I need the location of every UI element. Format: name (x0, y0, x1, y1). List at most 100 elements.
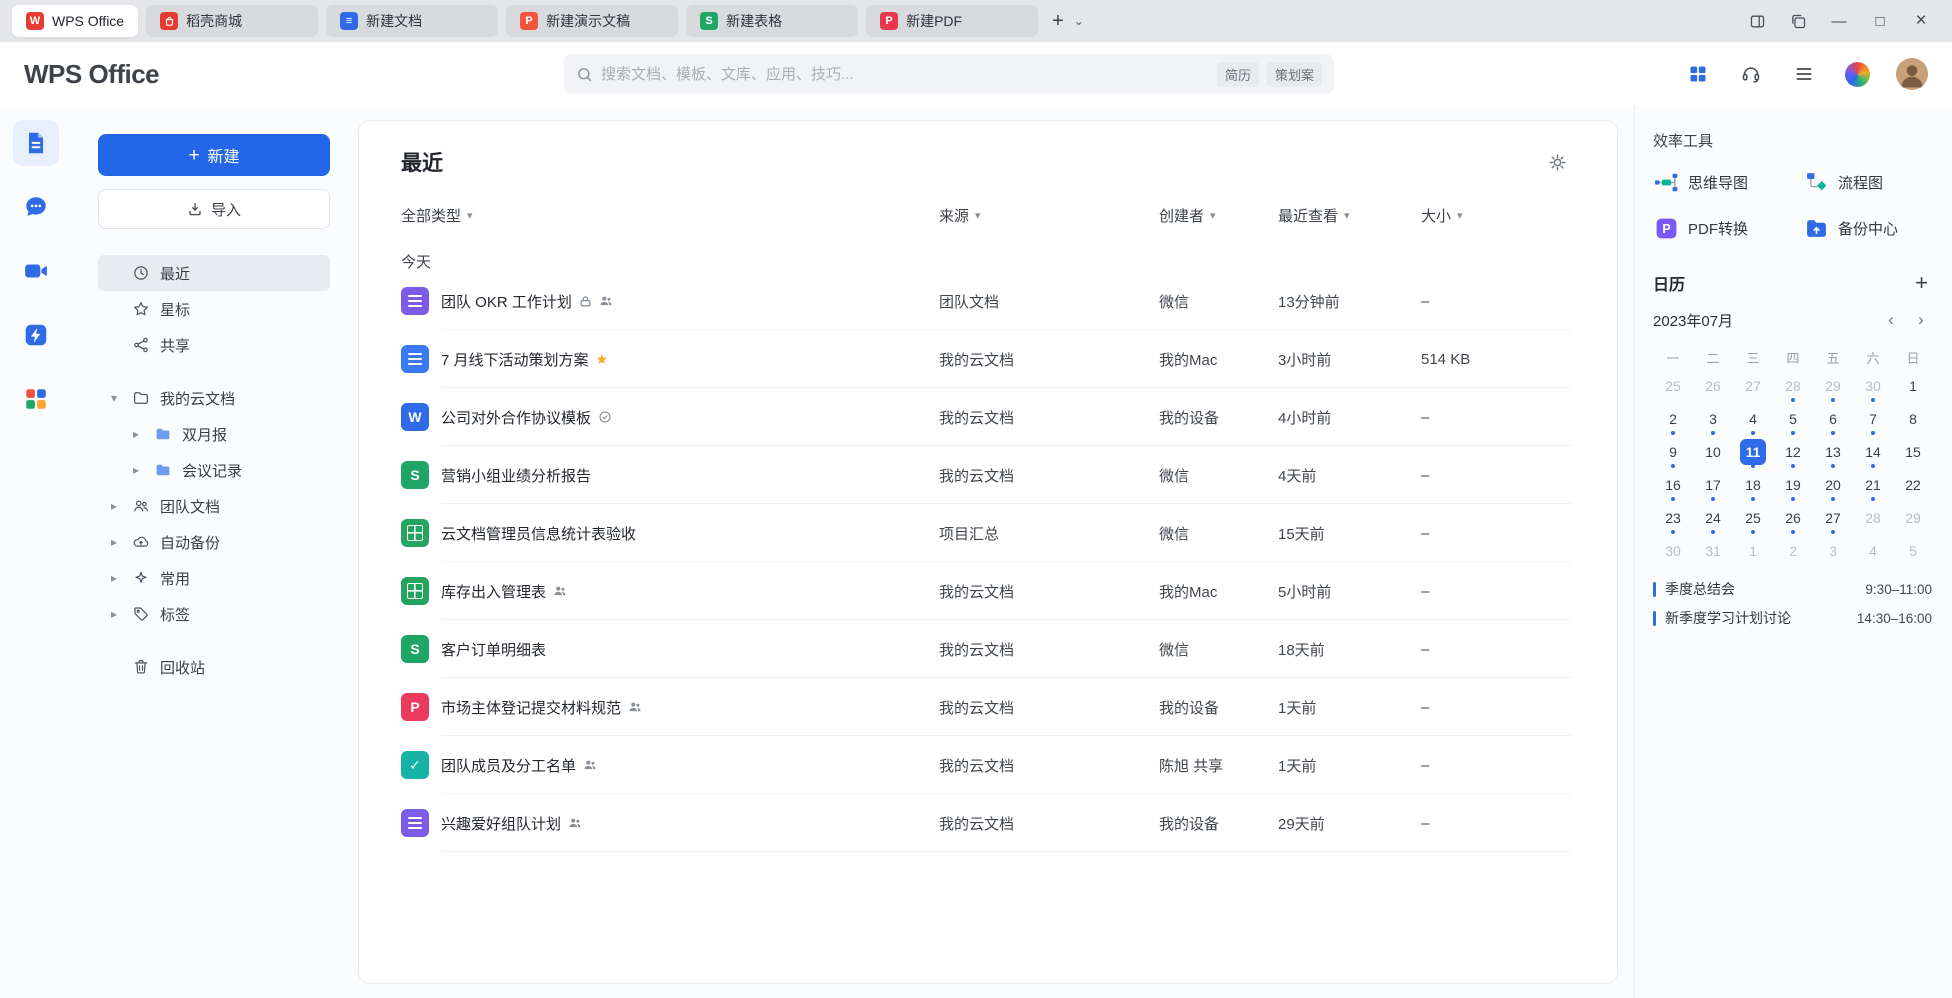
calendar-day[interactable]: 5 (1893, 534, 1933, 567)
search-tag-plan[interactable]: 策划案 (1267, 62, 1322, 87)
prev-month-button[interactable]: ‹ (1880, 309, 1902, 331)
file-row[interactable]: 团队成员及分工名单 我的云文档 陈旭 共享 1天前 (401, 736, 1571, 794)
sidebar-item-tags[interactable]: ▸ 标签 (98, 596, 330, 632)
caret-right-icon[interactable]: ▸ (106, 535, 122, 549)
minimize-button[interactable]: — (1826, 8, 1852, 34)
calendar-day[interactable]: 13 (1813, 435, 1853, 468)
calendar-day[interactable]: 27 (1813, 501, 1853, 534)
apps-grid-icon[interactable] (1684, 60, 1712, 88)
calendar-day[interactable]: 9 (1653, 435, 1693, 468)
filter-size[interactable]: 大小▾ (1421, 205, 1463, 226)
calendar-day[interactable]: 4 (1853, 534, 1893, 567)
sidebar-item-my-cloud-docs[interactable]: ▾ 我的云文档 (98, 380, 330, 416)
calendar-day[interactable]: 23 (1653, 501, 1693, 534)
calendar-day[interactable]: 27 (1733, 369, 1773, 402)
sidebar-item-starred[interactable]: 星标 (98, 291, 330, 327)
file-row[interactable]: 云文档管理员信息统计表验收 项目汇总 微信 15天前 – (401, 504, 1571, 562)
calendar-day[interactable]: 22 (1893, 468, 1933, 501)
sidebar-item-meeting-notes[interactable]: ▸ 会议记录 (98, 452, 330, 488)
calendar-day[interactable]: 25 (1653, 369, 1693, 402)
sidebar-item-frequent[interactable]: ▸ 常用 (98, 560, 330, 596)
file-row[interactable]: W 公司对外合作协议模板 我的云文档 我的设备 (401, 388, 1571, 446)
calendar-day[interactable]: 7 (1853, 402, 1893, 435)
calendar-day[interactable]: 26 (1693, 369, 1733, 402)
search-bar[interactable]: 简历 策划案 (564, 54, 1334, 94)
list-settings-gear-icon[interactable] (1543, 148, 1571, 176)
tab-new-spreadsheet[interactable]: S 新建表格 (686, 5, 858, 37)
maximize-button[interactable]: □ (1867, 8, 1893, 34)
next-month-button[interactable]: › (1910, 309, 1932, 331)
support-headset-icon[interactable] (1737, 60, 1765, 88)
calendar-day[interactable]: 18 (1733, 468, 1773, 501)
new-button[interactable]: + 新建 (98, 134, 330, 176)
tab-docer-store[interactable]: 稻壳商城 (146, 5, 318, 37)
calendar-day[interactable]: 5 (1773, 402, 1813, 435)
calendar-event[interactable]: 季度总结会 9:30–11:00 (1653, 579, 1932, 599)
calendar-day[interactable]: 4 (1733, 402, 1773, 435)
caret-down-icon[interactable]: ▾ (106, 391, 122, 405)
calendar-day[interactable]: 29 (1893, 501, 1933, 534)
tab-new-pdf[interactable]: P 新建PDF (866, 5, 1038, 37)
calendar-day[interactable]: 11 (1733, 435, 1773, 468)
tab-new-presentation[interactable]: P 新建演示文稿 (506, 5, 678, 37)
file-row[interactable]: 库存出入管理表 我的云文档 我的Mac 5小时前 (401, 562, 1571, 620)
calendar-event[interactable]: 新季度学习计划讨论 14:30–16:00 (1653, 608, 1932, 628)
filter-all-types[interactable]: 全部类型▾ (401, 205, 473, 226)
caret-right-icon[interactable]: ▸ (106, 607, 122, 621)
tool-mindmap[interactable]: 思维导图 (1653, 169, 1803, 195)
calendar-day[interactable]: 2 (1773, 534, 1813, 567)
calendar-day[interactable]: 28 (1853, 501, 1893, 534)
calendar-day[interactable]: 3 (1813, 534, 1853, 567)
add-event-button[interactable]: + (1911, 272, 1932, 294)
tool-backup-center[interactable]: 备份中心 (1803, 215, 1932, 241)
filter-creator[interactable]: 创建者▾ (1159, 205, 1216, 226)
sidebar-item-team-docs[interactable]: ▸ 团队文档 (98, 488, 330, 524)
calendar-day[interactable]: 10 (1693, 435, 1733, 468)
menu-hamburger-icon[interactable] (1790, 60, 1818, 88)
calendar-day[interactable]: 28 (1773, 369, 1813, 402)
new-tab-button[interactable]: + (1046, 11, 1070, 31)
calendar-day[interactable]: 29 (1813, 369, 1853, 402)
caret-right-icon[interactable]: ▸ (106, 571, 122, 585)
calendar-day[interactable]: 31 (1693, 534, 1733, 567)
calendar-day[interactable]: 1 (1733, 534, 1773, 567)
sidebar-item-shared[interactable]: 共享 (98, 327, 330, 363)
rail-documents[interactable] (13, 120, 59, 166)
tool-flowchart[interactable]: 流程图 (1803, 169, 1932, 195)
calendar-day[interactable]: 16 (1653, 468, 1693, 501)
filter-source[interactable]: 来源▾ (939, 205, 981, 226)
tab-new-document[interactable]: ≡ 新建文档 (326, 5, 498, 37)
sidebar-item-recent[interactable]: 最近 (98, 255, 330, 291)
calendar-day[interactable]: 1 (1893, 369, 1933, 402)
file-row[interactable]: 兴趣爱好组队计划 我的云文档 我的设备 29天前 (401, 794, 1571, 852)
calendar-day[interactable]: 8 (1893, 402, 1933, 435)
calendar-day[interactable]: 30 (1853, 369, 1893, 402)
rail-meeting[interactable] (13, 248, 59, 294)
rail-quick-tools[interactable] (13, 312, 59, 358)
calendar-day[interactable]: 25 (1733, 501, 1773, 534)
wps-vip-icon[interactable] (1843, 60, 1871, 88)
calendar-day[interactable]: 3 (1693, 402, 1733, 435)
import-button[interactable]: 导入 (98, 189, 330, 229)
calendar-day[interactable]: 12 (1773, 435, 1813, 468)
calendar-day[interactable]: 14 (1853, 435, 1893, 468)
calendar-day[interactable]: 30 (1653, 534, 1693, 567)
calendar-day[interactable]: 21 (1853, 468, 1893, 501)
search-tag-resume[interactable]: 简历 (1217, 62, 1259, 87)
calendar-day[interactable]: 2 (1653, 402, 1693, 435)
calendar-day[interactable]: 26 (1773, 501, 1813, 534)
rail-messages[interactable] (13, 184, 59, 230)
sidebar-item-trash[interactable]: 回收站 (98, 649, 330, 685)
file-row[interactable]: 7 月线下活动策划方案 ★ 我的云文档 我的Mac 3小时前 514 KB (401, 330, 1571, 388)
file-row[interactable]: S 客户订单明细表 我的云文档 微信 18天前 – (401, 620, 1571, 678)
tool-pdf-convert[interactable]: P PDF转换 (1653, 215, 1803, 241)
file-row[interactable]: P 市场主体登记提交材料规范 我的云文档 我的设备 (401, 678, 1571, 736)
close-button[interactable]: × (1908, 8, 1934, 34)
tab-wps-office[interactable]: W WPS Office (12, 5, 138, 37)
caret-right-icon[interactable]: ▸ (106, 499, 122, 513)
calendar-day[interactable]: 19 (1773, 468, 1813, 501)
file-row[interactable]: S 营销小组业绩分析报告 我的云文档 微信 4天前 – (401, 446, 1571, 504)
sidebar-item-bimonthly-report[interactable]: ▸ 双月报 (98, 416, 330, 452)
calendar-day[interactable]: 6 (1813, 402, 1853, 435)
calendar-day[interactable]: 24 (1693, 501, 1733, 534)
